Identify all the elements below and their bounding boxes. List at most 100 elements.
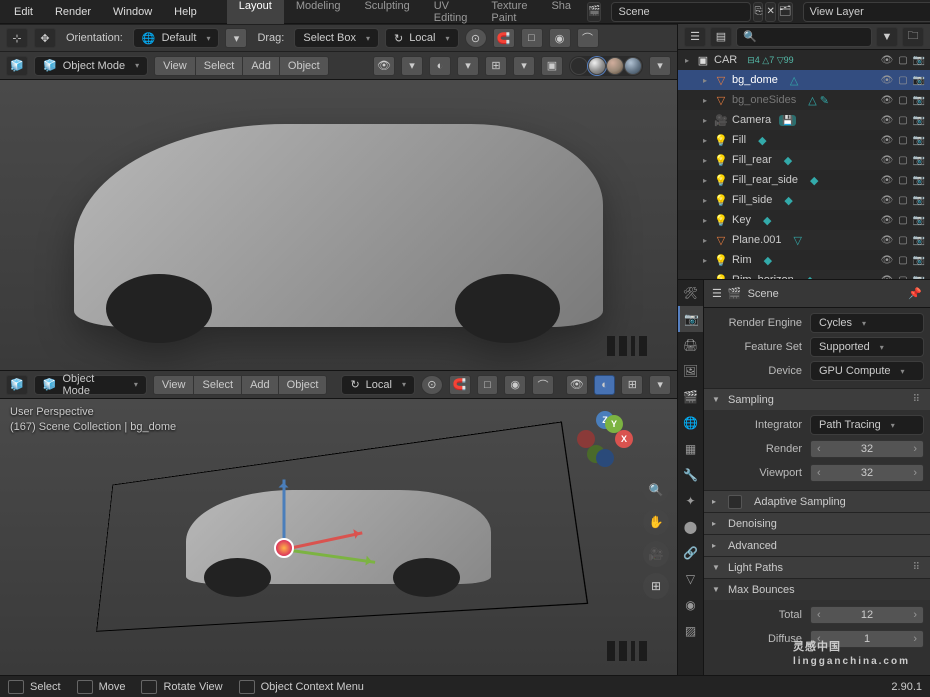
denoising-header[interactable]: ▸Denoising xyxy=(704,512,930,534)
overlay-toggle-icon[interactable]: ⊞ xyxy=(621,375,643,395)
disclosure-icon[interactable]: ▸ xyxy=(700,136,710,145)
outliner-item-rim[interactable]: ▸💡Rim◆👁▢📷 xyxy=(678,250,930,270)
disclosure-icon[interactable]: ▸ xyxy=(700,216,710,225)
feature-set-dropdown[interactable]: Supported xyxy=(810,337,924,357)
disable-render-icon[interactable]: ▢ xyxy=(896,175,910,186)
render-icon[interactable]: 📷 xyxy=(912,215,926,226)
camera-view-icon[interactable]: 🎥 xyxy=(643,541,669,567)
overlay-toggle-icon[interactable]: ⊞ xyxy=(485,56,507,76)
snap-target-icon[interactable]: □ xyxy=(477,375,499,395)
adaptive-checkbox[interactable] xyxy=(728,495,742,509)
gizmo-opts-icon[interactable]: ▾ xyxy=(457,56,479,76)
menu-select[interactable]: Select xyxy=(195,56,243,76)
disable-render-icon[interactable]: ▢ xyxy=(896,275,910,280)
pivot-icon[interactable]: ⊙ xyxy=(421,375,443,395)
transform-orient-dropdown[interactable]: ↻Local xyxy=(385,28,459,48)
outliner-item-rim_horizon[interactable]: ▸💡Rim_horizon◆👁▢📷 xyxy=(678,270,930,279)
disable-render-icon[interactable]: ▢ xyxy=(896,235,910,246)
integrator-dropdown[interactable]: Path Tracing xyxy=(810,415,924,435)
viewlayer-browse-icon[interactable]: 🗂 xyxy=(778,2,793,22)
ptab-constraint-icon[interactable]: 🔗 xyxy=(678,540,703,566)
scene-name-field[interactable]: Scene xyxy=(611,2,751,22)
device-dropdown[interactable]: GPU Compute xyxy=(810,361,924,381)
scene-delete-icon[interactable]: ✕ xyxy=(765,2,775,22)
hide-viewport-icon[interactable]: 👁 xyxy=(880,115,894,126)
ptab-particle-icon[interactable]: ✦ xyxy=(678,488,703,514)
outliner-item-bg_onesides[interactable]: ▸▽bg_oneSides△ ✎👁▢📷 xyxy=(678,90,930,110)
disable-render-icon[interactable]: ▢ xyxy=(896,95,910,106)
shading-rendered-icon[interactable] xyxy=(624,57,642,75)
hide-viewport-icon[interactable]: 👁 xyxy=(880,135,894,146)
selectability-icon[interactable]: 👁 xyxy=(566,375,588,395)
hide-viewport-icon[interactable]: 👁 xyxy=(880,195,894,206)
disable-render-icon[interactable]: ▢ xyxy=(896,55,910,66)
hide-viewport-icon[interactable]: 👁 xyxy=(880,75,894,86)
hide-viewport-icon[interactable]: 👁 xyxy=(880,95,894,106)
menu-edit[interactable]: Edit xyxy=(4,2,43,22)
shading-wireframe-icon[interactable] xyxy=(570,57,588,75)
pivot-icon[interactable]: ⊙ xyxy=(465,28,487,48)
menu-view[interactable]: View xyxy=(154,56,195,76)
menu-object[interactable]: Object xyxy=(278,375,328,395)
outliner-item-plane-001[interactable]: ▸▽Plane.001▽👁▢📷 xyxy=(678,230,930,250)
render-icon[interactable]: 📷 xyxy=(912,55,926,66)
viewport-bottom-canvas[interactable]: User Perspective (167) Scene Collection … xyxy=(0,399,677,675)
breadcrumb-pin-icon[interactable]: ☰ xyxy=(712,287,722,300)
proportional-icon[interactable]: ◉ xyxy=(549,28,571,48)
hide-viewport-icon[interactable]: 👁 xyxy=(880,275,894,280)
scene-new-icon[interactable]: ⎘ xyxy=(753,2,763,22)
menu-help[interactable]: Help xyxy=(164,2,207,22)
hide-viewport-icon[interactable]: 👁 xyxy=(880,215,894,226)
ptab-material-icon[interactable]: ◉ xyxy=(678,592,703,618)
ptab-output-icon[interactable]: 🖨 xyxy=(678,332,703,358)
disclosure-icon[interactable]: ▸ xyxy=(700,116,710,125)
hide-viewport-icon[interactable]: 👁 xyxy=(880,55,894,66)
ptab-tool-icon[interactable]: 🛠 xyxy=(678,280,703,306)
render-icon[interactable]: 📷 xyxy=(912,235,926,246)
perspective-icon[interactable]: ⊞ xyxy=(643,573,669,599)
disable-render-icon[interactable]: ▢ xyxy=(896,135,910,146)
menu-add[interactable]: Add xyxy=(242,56,279,76)
disable-render-icon[interactable]: ▢ xyxy=(896,195,910,206)
viewlayer-name-field[interactable]: View Layer xyxy=(803,2,930,22)
outliner-item-car[interactable]: ▸▣CAR⊟4 △7 ▽99👁▢📷 xyxy=(678,50,930,70)
max-bounces-header[interactable]: ▼Max Bounces xyxy=(704,578,930,600)
transform-gizmo[interactable] xyxy=(284,548,285,549)
viewport-samples-field[interactable]: 32 xyxy=(810,464,924,482)
mode-dropdown[interactable]: 🧊Object Mode xyxy=(34,56,148,76)
ptab-render-icon[interactable]: 📷 xyxy=(678,306,703,332)
new-collection-icon[interactable]: 🗀 xyxy=(902,27,924,47)
selectability-opts-icon[interactable]: ▾ xyxy=(401,56,423,76)
disclosure-icon[interactable]: ▸ xyxy=(700,196,710,205)
panel-options-icon[interactable]: ⠿ xyxy=(913,394,922,405)
shading-opts-icon[interactable]: ▾ xyxy=(649,56,671,76)
diffuse-bounces-field[interactable]: 1 xyxy=(810,630,924,648)
hide-viewport-icon[interactable]: 👁 xyxy=(880,235,894,246)
render-icon[interactable]: 📷 xyxy=(912,275,926,280)
menu-select[interactable]: Select xyxy=(193,375,241,395)
ptab-world-icon[interactable]: 🌐 xyxy=(678,410,703,436)
hide-viewport-icon[interactable]: 👁 xyxy=(880,155,894,166)
render-icon[interactable]: 📷 xyxy=(912,155,926,166)
falloff-icon[interactable]: ⌒ xyxy=(577,28,599,48)
render-engine-dropdown[interactable]: Cycles xyxy=(810,313,924,333)
outliner-item-bg_dome[interactable]: ▸▽bg_dome△👁▢📷 xyxy=(678,70,930,90)
menu-object[interactable]: Object xyxy=(279,56,329,76)
orientation-dropdown[interactable]: 🌐Default xyxy=(133,28,220,48)
proportional-icon[interactable]: ◉ xyxy=(504,375,526,395)
render-icon[interactable]: 📷 xyxy=(912,255,926,266)
disable-render-icon[interactable]: ▢ xyxy=(896,215,910,226)
outliner-item-fill[interactable]: ▸💡Fill◆👁▢📷 xyxy=(678,130,930,150)
ptab-physics-icon[interactable]: ⬤ xyxy=(678,514,703,540)
outliner-item-fill_rear[interactable]: ▸💡Fill_rear◆👁▢📷 xyxy=(678,150,930,170)
outliner-item-camera[interactable]: ▸🎥Camera💾👁▢📷 xyxy=(678,110,930,130)
outliner-type-icon[interactable]: ☰ xyxy=(684,27,706,47)
disclosure-icon[interactable]: ▸ xyxy=(700,176,710,185)
editor-type-icon[interactable]: 🧊 xyxy=(6,56,28,76)
move-tool-icon[interactable]: ✥ xyxy=(34,28,56,48)
editor-type-icon[interactable]: 🧊 xyxy=(6,375,28,395)
ptab-modifier-icon[interactable]: 🔧 xyxy=(678,462,703,488)
disable-render-icon[interactable]: ▢ xyxy=(896,75,910,86)
ptab-texture-icon[interactable]: ▨ xyxy=(678,618,703,644)
disable-render-icon[interactable]: ▢ xyxy=(896,115,910,126)
